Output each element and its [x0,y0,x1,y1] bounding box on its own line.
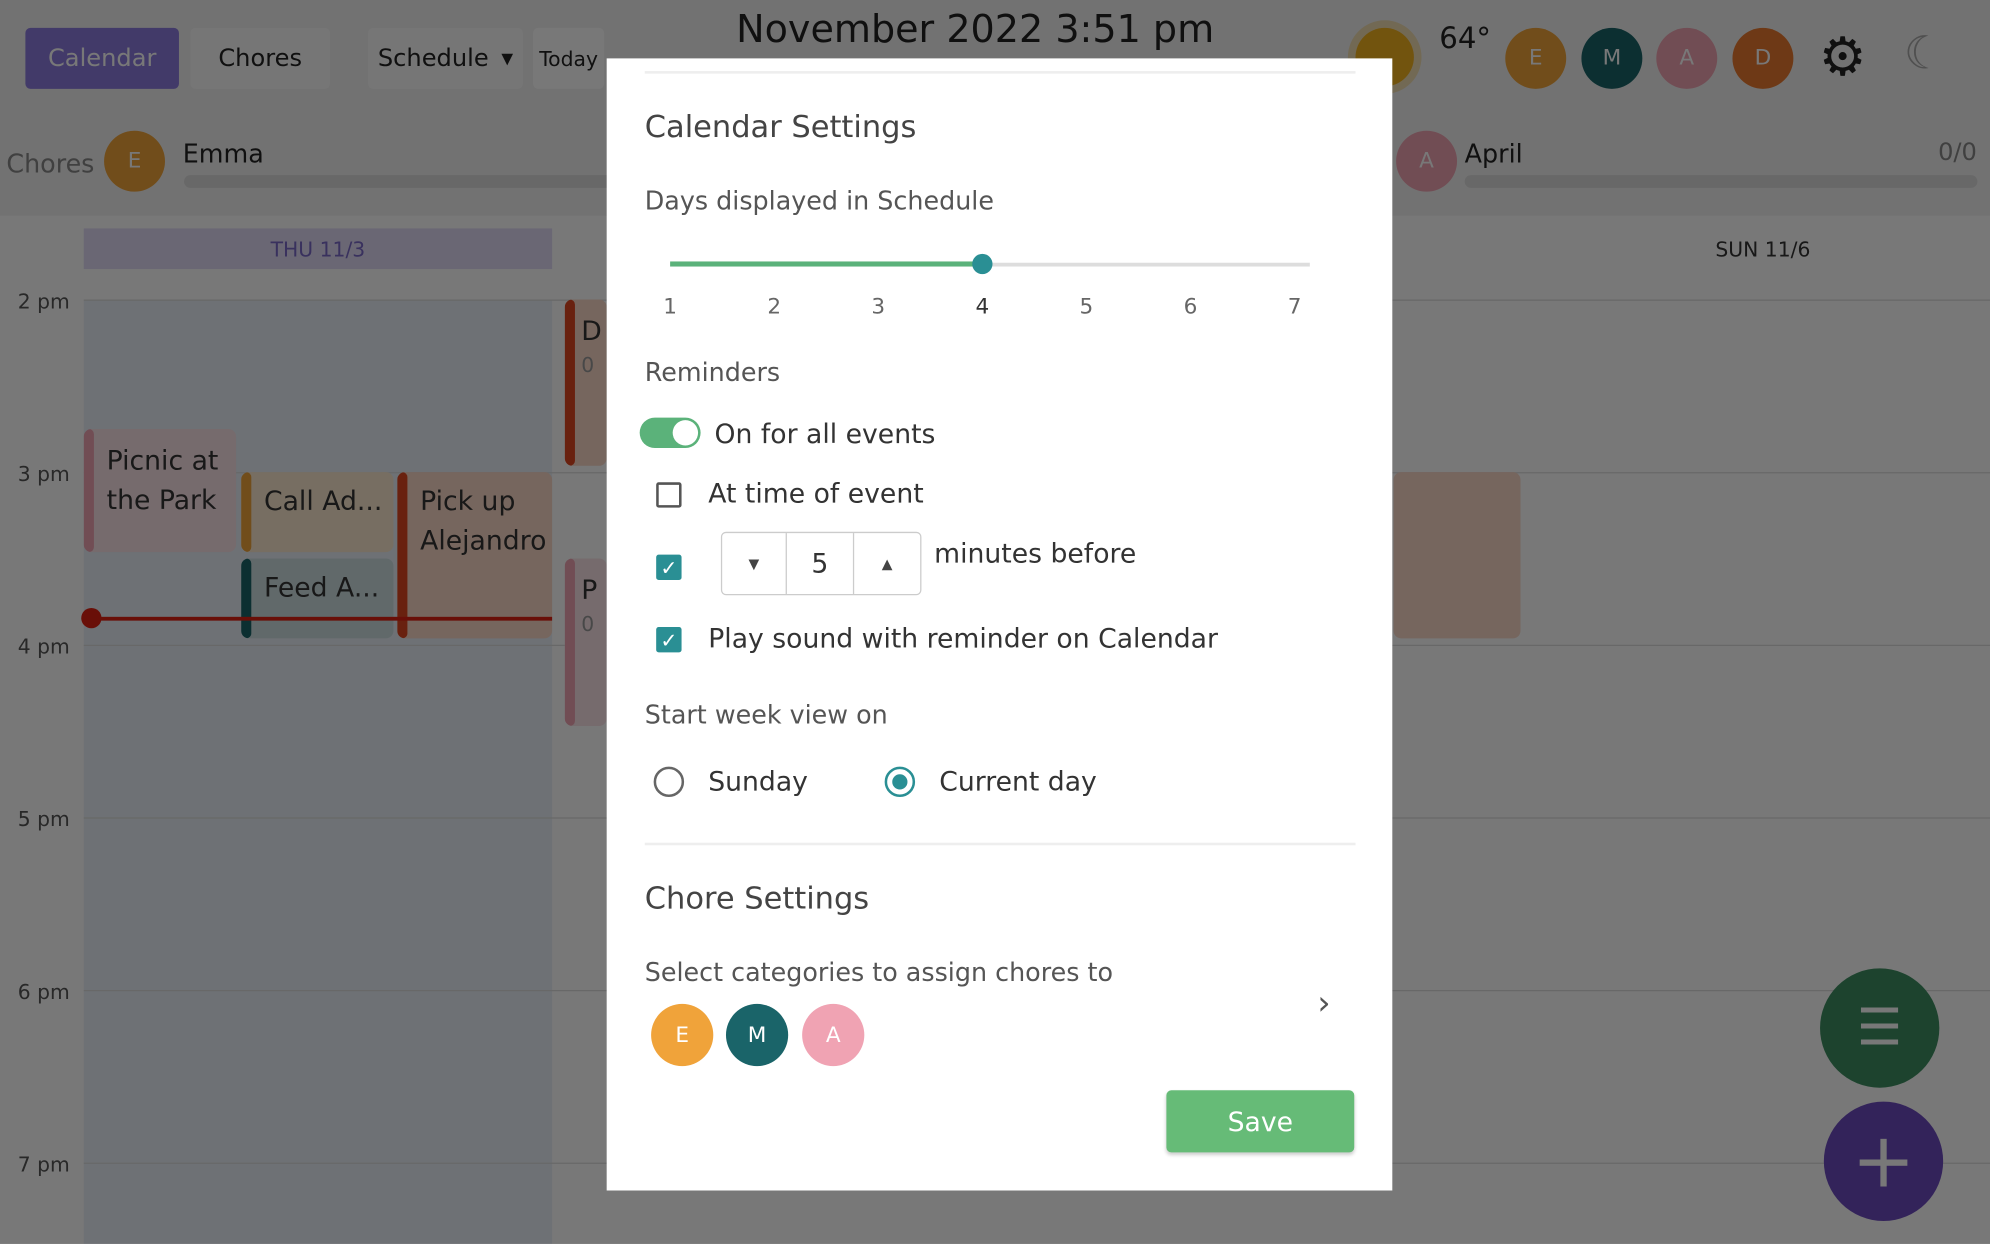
reminders-title: Reminders [644,356,781,388]
increment-icon[interactable]: ▲ [854,533,920,594]
days-label: Days displayed in Schedule [644,185,994,216]
view-select[interactable]: Schedule ▼ [368,27,523,89]
play-sound-checkbox[interactable]: ✓ [656,626,682,653]
event-title: Call Ad... [263,486,383,517]
avatar-a[interactable]: A [1656,27,1718,89]
event-title: Picnic at the Park [106,445,219,516]
event-p[interactable]: P0 [564,558,607,726]
divider [644,842,1356,846]
decrement-icon[interactable]: ▼ [722,533,787,594]
chore-progress-bar [184,175,616,188]
avatar-d[interactable]: D [1732,27,1794,89]
divider [644,71,1356,74]
event-pickup[interactable]: Pick up Alejandro [397,472,553,639]
days-slider-thumb[interactable] [972,253,993,275]
play-sound-label: Play sound with reminder on Calendar [708,623,1218,654]
at-time-checkbox[interactable] [656,482,682,508]
radio-sunday-label: Sunday [708,766,808,798]
sleep-moon-icon[interactable]: ☾ [1904,28,1945,80]
person-name: Emma [182,138,264,169]
view-select-value: Schedule [377,44,489,73]
page-title: November 2022 3:51 pm [736,7,1215,53]
reminders-toggle-label: On for all events [714,418,936,450]
time-label: 4 pm [17,634,70,659]
slider-tick-label: 3 [871,294,886,320]
time-label: 7 pm [17,1152,70,1177]
time-label: 2 pm [17,289,70,314]
slider-tick-label: 1 [663,294,677,320]
chore-count: 0/0 [1938,138,1977,167]
tab-calendar[interactable]: Calendar [25,27,179,89]
event-subtitle: 0 [581,611,595,636]
avatar-april[interactable]: A [1396,130,1458,192]
at-time-label: At time of event [708,478,924,509]
category-avatar-m[interactable]: M [725,1003,789,1067]
time-label: 5 pm [17,807,70,832]
slider-tick-label: 7 [1287,294,1302,320]
radio-current-day[interactable] [884,766,916,798]
days-slider-fill [670,261,983,267]
event-title: D [581,316,602,347]
chore-settings-title: Chore Settings [644,880,870,917]
slider-tick-label: 6 [1183,294,1198,320]
current-time-dot [81,607,102,629]
chore-progress-bar [1464,175,1978,188]
time-label: 6 pm [17,979,70,1004]
today-button[interactable]: Today [533,27,605,89]
chevron-down-icon: ▼ [501,49,514,68]
time-label: 3 pm [17,461,70,487]
calendar-settings-title: Calendar Settings [644,109,917,145]
event-d[interactable]: D0 [564,299,607,466]
app: Calendar Chores Schedule ▼ Today November… [0,0,1990,1244]
start-week-label: Start week view on [644,699,888,730]
event-title: Feed A... [263,572,380,603]
category-avatar-a[interactable]: A [802,1003,865,1067]
avatar-e[interactable]: E [1505,27,1567,89]
event-subtitle: 0 [581,352,595,377]
day-header-sun[interactable]: SUN 11/6 [1536,228,1990,269]
save-button[interactable]: Save [1166,1090,1355,1153]
person-name: April [1464,138,1523,169]
chores-label: Chores [6,148,95,179]
avatar-emma[interactable]: E [104,130,165,192]
slider-tick-label: 4 [975,294,990,320]
chevron-right-icon[interactable]: › [1317,985,1330,1023]
radio-current-day-label: Current day [939,766,1097,798]
temperature: 64° [1439,22,1492,56]
event-title: P [581,574,598,606]
minutes-input[interactable]: 5 [787,533,855,594]
radio-sunday[interactable] [653,766,685,798]
tab-chores[interactable]: Chores [190,27,330,89]
minutes-before-label: minutes before [934,538,1137,569]
minutes-stepper[interactable]: ▼ 5 ▲ [720,531,922,596]
add-event-button[interactable]: + [1823,1101,1944,1221]
event-call[interactable]: Call Ad... [241,472,394,553]
category-avatar-e[interactable]: E [651,1003,714,1067]
categories-label: Select categories to assign chores to [644,956,1113,988]
event-title: Pick up Alejandro [420,486,547,556]
event-block[interactable] [1393,472,1521,639]
reminders-toggle[interactable] [639,417,701,449]
slider-tick-label: 2 [767,294,782,320]
gear-icon[interactable]: ⚙ [1819,25,1867,87]
slider-tick-label: 5 [1079,294,1094,320]
calendar-settings-dialog: Calendar Settings Days displayed in Sche… [606,58,1393,1191]
list-icon[interactable]: ☰ [1820,968,1940,1088]
avatar-m[interactable]: M [1581,27,1643,89]
current-time-line [83,616,553,621]
day-header-thu[interactable]: THU 11/3 [83,228,553,270]
event-picnic[interactable]: Picnic at the Park [83,428,237,553]
minutes-before-checkbox[interactable]: ✓ [656,554,682,581]
event-feed[interactable]: Feed A... [241,558,394,639]
